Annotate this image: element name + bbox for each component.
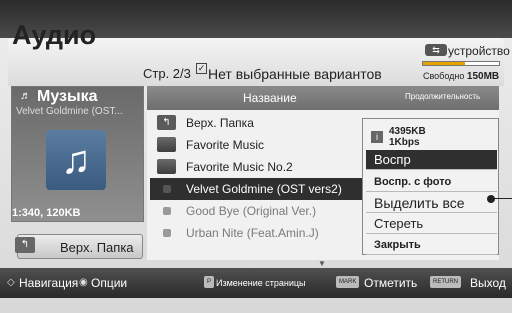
popup-menu-item-label: Воспр xyxy=(374,152,411,167)
folder-row[interactable]: Favorite Music No.2 xyxy=(150,156,362,178)
pointer-dot xyxy=(487,195,495,203)
device-label: устройство xyxy=(448,44,510,58)
song-row[interactable]: Urban Nite (Feat.Amin.J) xyxy=(150,222,362,244)
file-bitrate: 1Kbps xyxy=(389,137,420,148)
file-size: 4395KB xyxy=(389,126,426,137)
folder-icon xyxy=(157,159,176,174)
storage-fill xyxy=(423,62,465,65)
row-label: Good Bye (Original Ver.) xyxy=(186,204,317,218)
page-indicator: Стр. 2/3 xyxy=(143,66,191,81)
popup-menu-item[interactable]: Воспр xyxy=(366,150,497,170)
popup-menu-item[interactable]: Воспр. с фото xyxy=(366,172,497,192)
info-icon: i xyxy=(371,131,383,143)
help-mark: Отметить xyxy=(364,276,418,290)
return-key-icon: RETURN xyxy=(430,276,461,288)
free-text: Свободно xyxy=(423,71,465,81)
help-navigation: Навигация xyxy=(19,276,79,290)
free-space-label: Свободно 150MB xyxy=(423,71,499,82)
column-name-header: Название xyxy=(243,91,297,105)
popup-menu-item[interactable]: Закрыть xyxy=(366,235,497,255)
song-icon xyxy=(163,207,171,215)
row-label: Urban Nite (Feat.Amin.J) xyxy=(186,226,319,240)
up-folder-icon: ↰ xyxy=(157,115,176,130)
free-value: 150MB xyxy=(466,71,500,82)
song-icon xyxy=(163,185,171,193)
row-label: Верх. Папка xyxy=(186,116,254,130)
popup-menu-item[interactable]: Стереть xyxy=(366,214,497,234)
folder-icon xyxy=(157,137,176,152)
folder-row[interactable]: Favorite Music xyxy=(150,134,362,156)
popup-menu-item-label: Воспр. с фото xyxy=(374,176,452,188)
column-duration-header: Продолжительность xyxy=(405,92,481,101)
help-options: Опции xyxy=(91,276,128,290)
page-title: Аудио xyxy=(12,20,97,50)
storage-bar xyxy=(422,61,500,66)
row-label: Favorite Music No.2 xyxy=(186,160,293,174)
up-folder-button-label[interactable]: Верх. Папка xyxy=(60,240,134,255)
folder-subtitle: Velvet Goldmine (OST... xyxy=(16,106,123,117)
popup-menu-item[interactable]: Выделить все xyxy=(366,193,497,213)
music-note-icon: ♫ xyxy=(46,130,106,190)
up-folder-icon[interactable]: ↰ xyxy=(15,237,35,253)
usb-icon: ⇆ xyxy=(425,44,447,56)
song-icon xyxy=(163,229,171,237)
music-folder-icon: ♬ xyxy=(20,90,31,102)
audio-browser-screen: Аудио Стр. 2/3 ✓ Нет выбранные вариантов… xyxy=(0,0,512,313)
checkbox-icon: ✓ xyxy=(196,63,207,74)
row-label: Favorite Music xyxy=(186,138,265,152)
mark-key-icon: MARK xyxy=(336,276,360,288)
song-row[interactable]: Good Bye (Original Ver.) xyxy=(150,200,362,222)
folder-heading: Музыка xyxy=(37,88,98,105)
navigation-icon: ◇ xyxy=(7,277,15,288)
popup-menu-item-label: Стереть xyxy=(374,216,424,231)
help-exit: Выход xyxy=(470,276,506,290)
popup-menu-item-label: Выделить все xyxy=(374,195,465,211)
popup-menu-item-label: Закрыть xyxy=(374,239,421,251)
bottom-strip xyxy=(0,298,512,313)
scroll-down-icon[interactable]: ▼ xyxy=(318,259,326,268)
folder-info: 1:340, 120KB xyxy=(12,207,81,219)
options-icon: ◉ xyxy=(79,277,88,288)
selection-status: Нет выбранные вариантов xyxy=(208,66,382,82)
up-folder-row[interactable]: ↰ Верх. Папка xyxy=(150,112,362,134)
song-row[interactable]: Velvet Goldmine (OST vers2) xyxy=(150,178,362,200)
page-key-icon: P xyxy=(204,276,215,288)
help-page-change: Изменение страницы xyxy=(216,278,306,288)
row-label: Velvet Goldmine (OST vers2) xyxy=(186,182,342,196)
